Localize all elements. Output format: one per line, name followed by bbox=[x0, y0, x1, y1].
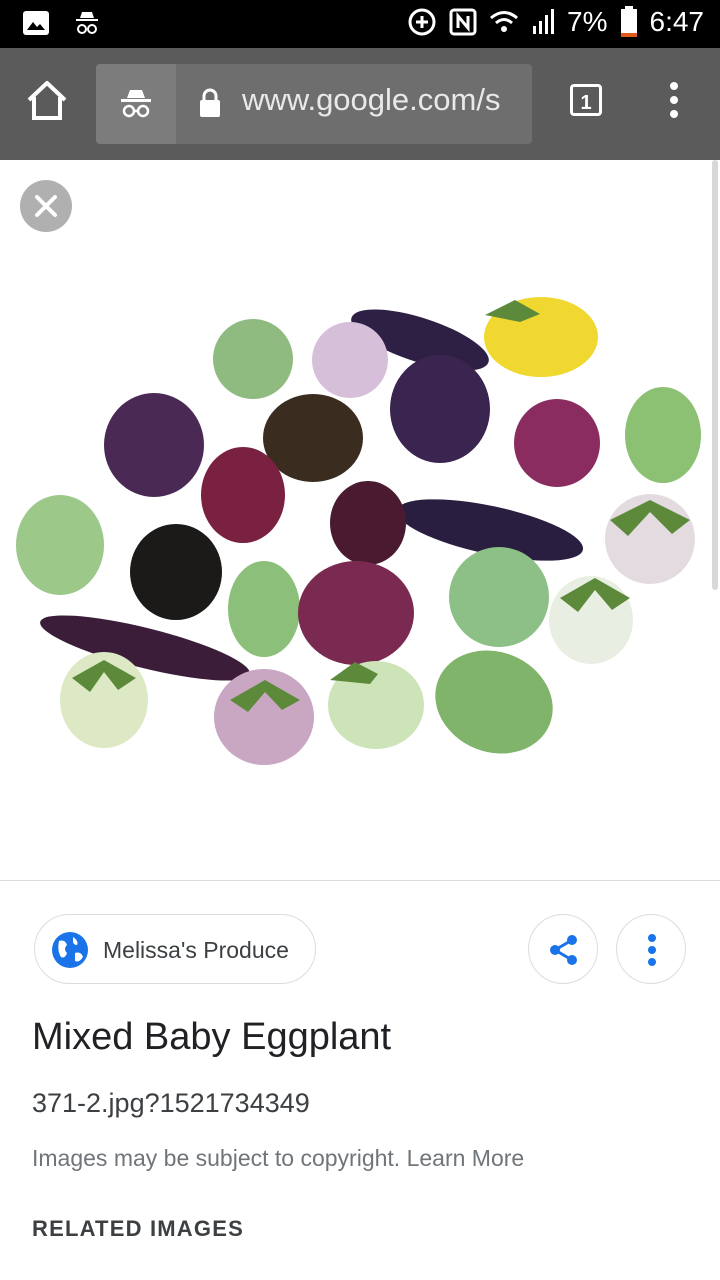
signal-icon bbox=[533, 9, 555, 34]
clock: 6:47 bbox=[649, 6, 705, 37]
browser-toolbar: www.google.com/s 1 bbox=[0, 48, 720, 160]
battery-icon bbox=[620, 6, 637, 37]
status-bar: 7% 6:47 bbox=[0, 0, 720, 48]
wifi-icon bbox=[490, 11, 518, 32]
image-title[interactable]: Mixed Baby Eggplant bbox=[32, 1016, 391, 1059]
incognito-icon bbox=[76, 12, 98, 34]
more-vert-icon[interactable] bbox=[668, 82, 680, 122]
globe-icon bbox=[52, 932, 88, 968]
source-label: Melissa's Produce bbox=[103, 937, 289, 963]
nfc-icon bbox=[449, 8, 477, 36]
related-images-heading: RELATED IMAGES bbox=[32, 1216, 244, 1241]
more-vert-icon bbox=[648, 934, 656, 966]
copyright-notice[interactable]: Images may be subject to copyright. Lear… bbox=[32, 1145, 524, 1172]
eggplant-photo[interactable] bbox=[0, 280, 720, 800]
gallery-icon bbox=[23, 11, 49, 35]
data-saver-icon bbox=[408, 8, 436, 36]
url-text[interactable]: www.google.com/s bbox=[242, 82, 522, 118]
close-button[interactable] bbox=[20, 180, 72, 232]
incognito-icon bbox=[121, 90, 151, 118]
close-icon bbox=[35, 195, 57, 217]
image-more-button[interactable] bbox=[616, 914, 686, 984]
incognito-badge bbox=[96, 64, 176, 144]
source-chip[interactable]: Melissa's Produce bbox=[34, 914, 316, 984]
lock-icon bbox=[200, 88, 220, 117]
divider bbox=[0, 880, 720, 881]
image-filename: 371-2.jpg?1521734349 bbox=[32, 1088, 310, 1118]
tab-switcher-button[interactable]: 1 bbox=[570, 84, 602, 116]
home-icon[interactable] bbox=[24, 78, 70, 124]
share-icon bbox=[550, 935, 577, 965]
battery-percent: 7% bbox=[567, 6, 608, 37]
share-button[interactable] bbox=[528, 914, 598, 984]
omnibox[interactable]: www.google.com/s bbox=[96, 64, 532, 144]
